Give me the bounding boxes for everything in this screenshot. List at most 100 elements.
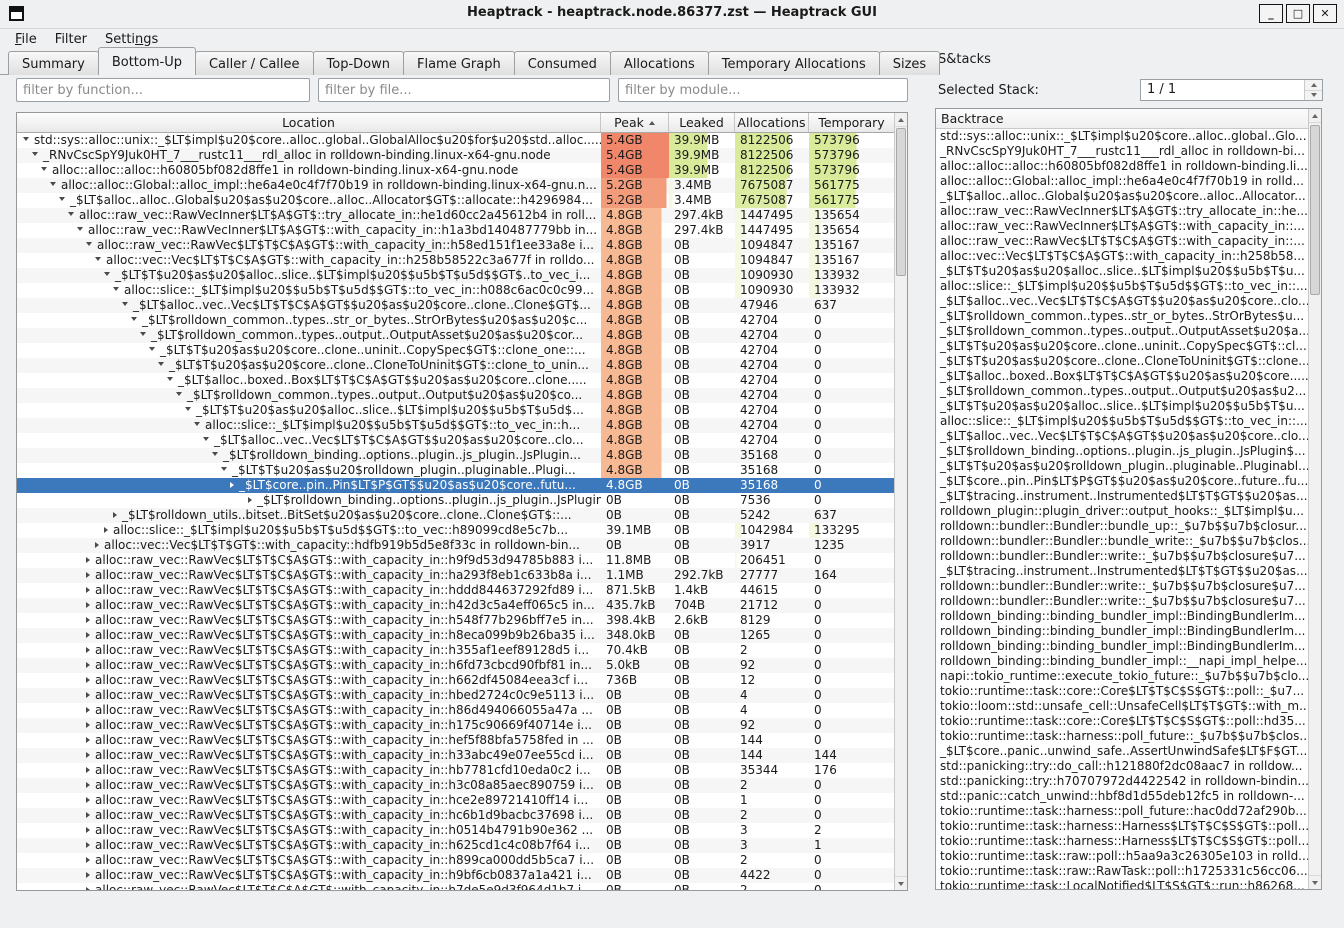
backtrace-row[interactable]: _$LT$alloc..boxed..Box$LT$T$C$A$GT$$u20$…: [936, 369, 1308, 384]
expand-icon[interactable]: [86, 857, 90, 863]
column-header-location[interactable]: Location: [17, 113, 601, 132]
expand-icon[interactable]: [86, 692, 90, 698]
table-row[interactable]: _$LT$T$u20$as$u20$alloc..slice..$LT$impl…: [17, 403, 894, 418]
expand-icon[interactable]: [86, 557, 90, 563]
tab-bottom-up[interactable]: Bottom-Up: [98, 47, 196, 75]
backtrace-row[interactable]: std::panicking::try::h70707972d4422542 i…: [936, 774, 1308, 789]
backtrace-row[interactable]: std::panicking::try::do_call::h121880f2d…: [936, 759, 1308, 774]
backtrace-row[interactable]: _$LT$tracing..instrument..Instrumented$L…: [936, 489, 1308, 504]
column-header-temporary[interactable]: Temporary: [809, 113, 894, 132]
table-row[interactable]: std::sys::alloc::unix::_$LT$impl$u20$cor…: [17, 133, 894, 148]
table-row[interactable]: alloc::slice::_$LT$impl$u20$$u5b$T$u5d$$…: [17, 523, 894, 538]
backtrace-row[interactable]: _$LT$core..pin..Pin$LT$P$GT$$u20$as$u20$…: [936, 474, 1308, 489]
table-row[interactable]: _$LT$rolldown_common..types..output..Out…: [17, 388, 894, 403]
table-row[interactable]: _$LT$rolldown_common..types..str_or_byte…: [17, 313, 894, 328]
scroll-down-button[interactable]: [895, 876, 907, 890]
backtrace-row[interactable]: rolldown::bundler::Bundler::bundle_up::_…: [936, 519, 1308, 534]
collapse-icon[interactable]: [185, 407, 191, 411]
backtrace-row[interactable]: std::sys::alloc::unix::_$LT$impl$u20$cor…: [936, 129, 1308, 144]
collapse-icon[interactable]: [149, 347, 155, 351]
titlebar[interactable]: Heaptrack - heaptrack.node.86377.zst — H…: [0, 0, 1344, 29]
table-row[interactable]: alloc::raw_vec::RawVec$LT$T$C$A$GT$::wit…: [17, 658, 894, 673]
table-row[interactable]: _$LT$alloc..boxed..Box$LT$T$C$A$GT$$u20$…: [17, 373, 894, 388]
backtrace-row[interactable]: tokio::runtime::task::LocalNotified$LT$S…: [936, 879, 1308, 889]
table-row[interactable]: alloc::raw_vec::RawVec$LT$T$C$A$GT$::wit…: [17, 583, 894, 598]
tab-sizes[interactable]: Sizes: [879, 51, 940, 75]
backtrace-row[interactable]: _$LT$T$u20$as$u20$core..clone..CloneToUn…: [936, 354, 1308, 369]
table-row[interactable]: alloc::raw_vec::RawVecInner$LT$A$GT$::wi…: [17, 223, 894, 238]
backtrace-scrollbar[interactable]: [1308, 109, 1321, 889]
filter-function-input[interactable]: [16, 78, 310, 102]
collapse-icon[interactable]: [176, 392, 182, 396]
tab-caller-callee[interactable]: Caller / Callee: [195, 51, 314, 75]
collapse-icon[interactable]: [68, 212, 74, 216]
table-row[interactable]: alloc::raw_vec::RawVec$LT$T$C$A$GT$::wit…: [17, 868, 894, 883]
backtrace-row[interactable]: rolldown::bundler::Bundler::write::_$u7b…: [936, 549, 1308, 564]
backtrace-row[interactable]: tokio::runtime::task::core::Core$LT$T$C$…: [936, 714, 1308, 729]
backtrace-row[interactable]: rolldown_binding::binding_bundler_impl::…: [936, 639, 1308, 654]
backtrace-row[interactable]: tokio::runtime::task::harness::poll_futu…: [936, 729, 1308, 744]
scroll-down-button[interactable]: [1309, 875, 1321, 889]
table-row[interactable]: alloc::raw_vec::RawVec$LT$T$C$A$GT$::wit…: [17, 718, 894, 733]
menu-item-filter[interactable]: Filter: [46, 30, 96, 49]
collapse-icon[interactable]: [50, 182, 56, 186]
table-row[interactable]: alloc::raw_vec::RawVec$LT$T$C$A$GT$::wit…: [17, 613, 894, 628]
backtrace-row[interactable]: tokio::runtime::task::harness::Harness$L…: [936, 834, 1308, 849]
filter-file-input[interactable]: [318, 78, 610, 102]
tab-flame-graph[interactable]: Flame Graph: [403, 51, 515, 75]
backtrace-row[interactable]: tokio::runtime::task::core::Core$LT$T$C$…: [936, 684, 1308, 699]
table-scrollbar[interactable]: [894, 113, 907, 890]
table-row[interactable]: alloc::raw_vec::RawVec$LT$T$C$A$GT$::wit…: [17, 598, 894, 613]
close-button[interactable]: ✕: [1313, 4, 1337, 23]
scroll-up-button[interactable]: [1309, 109, 1321, 123]
scrollbar-thumb[interactable]: [896, 128, 906, 276]
expand-icon[interactable]: [86, 617, 90, 623]
table-row[interactable]: alloc::raw_vec::RawVec$LT$T$C$A$GT$::wit…: [17, 793, 894, 808]
table-row[interactable]: _$LT$rolldown_utils..bitset..BitSet$u20$…: [17, 508, 894, 523]
table-row[interactable]: alloc::raw_vec::RawVec$LT$T$C$A$GT$::wit…: [17, 883, 894, 890]
backtrace-row[interactable]: _$LT$rolldown_common..types..output..Out…: [936, 384, 1308, 399]
table-row[interactable]: alloc::raw_vec::RawVec$LT$T$C$A$GT$::wit…: [17, 763, 894, 778]
backtrace-row[interactable]: alloc::raw_vec::RawVec$LT$T$C$A$GT$::wit…: [936, 234, 1308, 249]
table-row[interactable]: alloc::raw_vec::RawVec$LT$T$C$A$GT$::wit…: [17, 238, 894, 253]
table-row[interactable]: alloc::alloc::Global::alloc_impl::he6a4e…: [17, 178, 894, 193]
tab-temporary-allocations[interactable]: Temporary Allocations: [708, 51, 880, 75]
backtrace-row[interactable]: rolldown::bundler::Bundler::write::_$u7b…: [936, 594, 1308, 609]
expand-icon[interactable]: [86, 752, 90, 758]
expand-icon[interactable]: [86, 797, 90, 803]
selected-stack-spinbox[interactable]: 1 / 1: [1140, 79, 1323, 101]
backtrace-row[interactable]: _$LT$rolldown_binding..options..plugin..…: [936, 444, 1308, 459]
expand-icon[interactable]: [95, 542, 99, 548]
backtrace-row[interactable]: alloc::alloc::alloc::h60805bf082d8ffe1 i…: [936, 159, 1308, 174]
expand-icon[interactable]: [113, 512, 117, 518]
expand-icon[interactable]: [248, 497, 252, 503]
expand-icon[interactable]: [86, 677, 90, 683]
table-row[interactable]: alloc::slice::_$LT$impl$u20$$u5b$T$u5d$$…: [17, 418, 894, 433]
table-row[interactable]: _$LT$T$u20$as$u20$core..clone..uninit..C…: [17, 343, 894, 358]
menu-item-settings[interactable]: Settings: [96, 30, 167, 49]
backtrace-row[interactable]: _RNvCscSpY9Juk0HT_7___rustc11___rdl_allo…: [936, 144, 1308, 159]
tab-top-down[interactable]: Top-Down: [313, 51, 404, 75]
backtrace-row[interactable]: tokio::loom::std::unsafe_cell::UnsafeCel…: [936, 699, 1308, 714]
table-row[interactable]: alloc::raw_vec::RawVec$LT$T$C$A$GT$::wit…: [17, 838, 894, 853]
table-row[interactable]: alloc::raw_vec::RawVec$LT$T$C$A$GT$::wit…: [17, 688, 894, 703]
table-row[interactable]: alloc::raw_vec::RawVec$LT$T$C$A$GT$::wit…: [17, 808, 894, 823]
collapse-icon[interactable]: [59, 197, 65, 201]
table-row[interactable]: alloc::raw_vec::RawVec$LT$T$C$A$GT$::wit…: [17, 628, 894, 643]
backtrace-row[interactable]: _$LT$core..panic..unwind_safe..AssertUnw…: [936, 744, 1308, 759]
table-row[interactable]: _$LT$alloc..vec..Vec$LT$T$C$A$GT$$u20$as…: [17, 298, 894, 313]
collapse-icon[interactable]: [221, 467, 227, 471]
backtrace-row[interactable]: rolldown_binding::binding_bundler_impl::…: [936, 609, 1308, 624]
table-row[interactable]: _$LT$rolldown_binding..options..plugin..…: [17, 448, 894, 463]
table-row[interactable]: alloc::vec::Vec$LT$T$GT$::with_capacity:…: [17, 538, 894, 553]
expand-icon[interactable]: [86, 842, 90, 848]
expand-icon[interactable]: [86, 722, 90, 728]
table-row[interactable]: alloc::vec::Vec$LT$T$C$A$GT$::with_capac…: [17, 253, 894, 268]
backtrace-row[interactable]: napi::tokio_runtime::execute_tokio_futur…: [936, 669, 1308, 684]
backtrace-row[interactable]: alloc::slice::_$LT$impl$u20$$u5b$T$u5d$$…: [936, 414, 1308, 429]
backtrace-row[interactable]: tokio::runtime::task::raw::poll::h5aa9a3…: [936, 849, 1308, 864]
backtrace-row[interactable]: alloc::vec::Vec$LT$T$C$A$GT$::with_capac…: [936, 249, 1308, 264]
collapse-icon[interactable]: [104, 272, 110, 276]
expand-icon[interactable]: [86, 662, 90, 668]
scroll-up-button[interactable]: [895, 113, 907, 127]
